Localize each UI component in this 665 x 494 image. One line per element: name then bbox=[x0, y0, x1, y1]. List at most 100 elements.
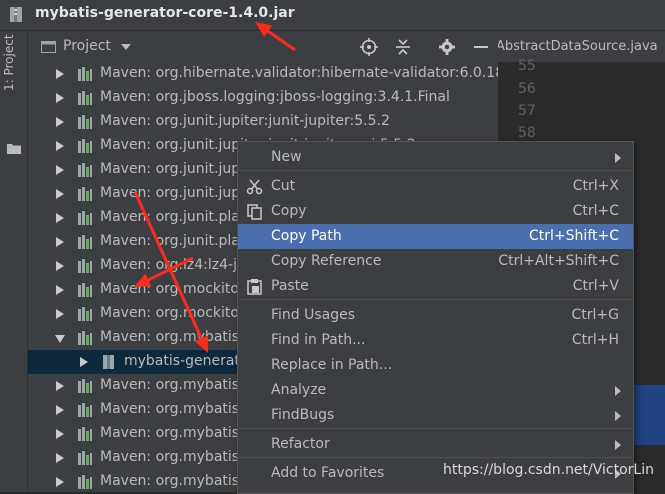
library-icon bbox=[78, 307, 92, 321]
menu-separator bbox=[239, 457, 632, 458]
expand-arrow-right-icon[interactable] bbox=[56, 213, 64, 223]
menu-item-label: Analyze bbox=[271, 382, 327, 398]
expand-arrow-right-icon[interactable] bbox=[56, 117, 64, 127]
submenu-arrow-icon bbox=[615, 411, 621, 421]
tree-node-library[interactable]: Maven: org.hibernate.validator:hibernate… bbox=[28, 62, 498, 86]
submenu-arrow-icon bbox=[615, 440, 621, 450]
context-menu: New Cut Ctrl+X Copy Ctrl+C Copy Path Ctrl+Shif… bbox=[237, 141, 634, 494]
editor-tab[interactable]: AbstractDataSource.java bbox=[498, 39, 658, 54]
menu-item-copy-reference[interactable]: Copy Reference Ctrl+Alt+Shift+C bbox=[238, 249, 633, 274]
menu-item-paste[interactable]: Paste Ctrl+V bbox=[238, 274, 633, 299]
expand-arrow-right-icon[interactable] bbox=[56, 405, 64, 415]
menu-item-label: Find in Path... bbox=[271, 332, 366, 348]
line-number: 58 bbox=[518, 125, 536, 141]
clipboard-icon bbox=[247, 279, 262, 295]
tool-window-strip: 1: Project bbox=[0, 31, 28, 492]
menu-separator bbox=[239, 428, 632, 429]
menu-item-new[interactable]: New bbox=[238, 145, 633, 170]
expand-arrow-right-icon[interactable] bbox=[56, 381, 64, 391]
menu-item-analyze[interactable]: Analyze bbox=[238, 378, 633, 403]
expand-arrow-right-icon[interactable] bbox=[56, 165, 64, 175]
expand-arrow-right-icon[interactable] bbox=[56, 453, 64, 463]
folder-icon[interactable] bbox=[7, 143, 21, 154]
window-title: mybatis-generator-core-1.4.0.jar bbox=[35, 5, 295, 21]
library-icon bbox=[78, 403, 92, 417]
submenu-arrow-icon bbox=[615, 386, 621, 396]
settings-gear-icon[interactable] bbox=[438, 38, 456, 56]
expand-arrow-right-icon[interactable] bbox=[56, 285, 64, 295]
menu-item-refactor[interactable]: Refactor bbox=[238, 432, 633, 457]
expand-arrow-right-icon[interactable] bbox=[56, 477, 64, 487]
expand-arrow-right-icon[interactable] bbox=[56, 189, 64, 199]
library-icon bbox=[78, 139, 92, 153]
project-tool-tab-label[interactable]: 1: Project bbox=[2, 21, 16, 91]
menu-item-label: Find Usages bbox=[271, 307, 356, 323]
library-icon bbox=[78, 427, 92, 441]
expand-arrow-right-icon[interactable] bbox=[56, 261, 64, 271]
menu-item-label: Add to Favorites bbox=[271, 465, 385, 481]
expand-arrow-right-icon[interactable] bbox=[56, 93, 64, 103]
chevron-down-icon[interactable] bbox=[121, 44, 131, 50]
menu-item-label: Copy Path bbox=[271, 228, 342, 244]
library-icon bbox=[78, 331, 92, 345]
tree-node-library[interactable]: Maven: org.jboss.logging:jboss-logging:3… bbox=[28, 86, 498, 110]
menu-item-label: New bbox=[271, 149, 302, 165]
copy-icon bbox=[247, 204, 262, 220]
menu-item-copy[interactable]: Copy Ctrl+C bbox=[238, 199, 633, 224]
library-icon bbox=[78, 67, 92, 81]
library-icon bbox=[78, 283, 92, 297]
menu-item-find-in-path[interactable]: Find in Path... Ctrl+H bbox=[238, 328, 633, 353]
menu-item-shortcut: Ctrl+Alt+Shift+C bbox=[498, 253, 619, 269]
library-icon bbox=[78, 235, 92, 249]
library-icon bbox=[78, 187, 92, 201]
expand-arrow-right-icon[interactable] bbox=[56, 309, 64, 319]
menu-separator bbox=[239, 170, 632, 171]
library-icon bbox=[78, 259, 92, 273]
menu-item-replace-in-path[interactable]: Replace in Path... bbox=[238, 353, 633, 378]
tree-node-library[interactable]: Maven: org.junit.jupiter:junit-jupiter:5… bbox=[28, 110, 498, 134]
menu-item-cut[interactable]: Cut Ctrl+X bbox=[238, 174, 633, 199]
watermark-text: https://blog.csdn.net/VictorLin bbox=[443, 462, 654, 478]
library-icon bbox=[78, 211, 92, 225]
line-number: 56 bbox=[518, 81, 536, 97]
menu-item-shortcut: Ctrl+X bbox=[572, 178, 619, 194]
menu-item-label: Cut bbox=[271, 178, 296, 194]
library-icon bbox=[78, 163, 92, 177]
line-number: 57 bbox=[518, 103, 536, 119]
expand-arrow-right-icon[interactable] bbox=[56, 69, 64, 79]
window-title-bar: mybatis-generator-core-1.4.0.jar bbox=[0, 0, 665, 31]
expand-arrow-right-icon[interactable] bbox=[80, 357, 88, 367]
tree-node-label: Maven: org.jboss.logging:jboss-logging:3… bbox=[100, 89, 450, 105]
library-icon bbox=[78, 451, 92, 465]
locate-icon[interactable] bbox=[360, 38, 378, 56]
menu-item-label: Copy bbox=[271, 203, 307, 219]
library-icon bbox=[78, 91, 92, 105]
expand-arrow-down-icon[interactable] bbox=[55, 335, 65, 343]
menu-separator bbox=[239, 299, 632, 300]
menu-item-findbugs[interactable]: FindBugs bbox=[238, 403, 633, 428]
tree-node-label: Maven: org.junit.jupiter:junit-jupiter:5… bbox=[100, 113, 390, 129]
menu-item-label: Refactor bbox=[271, 436, 330, 452]
tree-node-label: Maven: org.hibernate.validator:hibernate… bbox=[100, 65, 498, 81]
menu-item-shortcut: Ctrl+H bbox=[571, 332, 619, 348]
menu-item-label: Copy Reference bbox=[271, 253, 382, 269]
menu-item-label: Paste bbox=[271, 278, 309, 294]
editor-selection bbox=[632, 385, 665, 445]
menu-item-label: FindBugs bbox=[271, 407, 335, 423]
project-view-selector[interactable]: Project bbox=[63, 38, 111, 54]
menu-item-shortcut: Ctrl+C bbox=[572, 203, 619, 219]
menu-item-find-usages[interactable]: Find Usages Ctrl+G bbox=[238, 303, 633, 328]
expand-arrow-right-icon[interactable] bbox=[56, 237, 64, 247]
menu-item-label: Replace in Path... bbox=[271, 357, 393, 373]
expand-arrow-right-icon[interactable] bbox=[56, 141, 64, 151]
scissors-icon bbox=[246, 179, 263, 195]
menu-item-shortcut: Ctrl+V bbox=[572, 278, 619, 294]
project-window-icon bbox=[41, 41, 56, 53]
project-panel-header: Project bbox=[28, 31, 498, 63]
library-icon bbox=[78, 379, 92, 393]
menu-item-copy-path[interactable]: Copy Path Ctrl+Shift+C bbox=[238, 224, 633, 249]
hide-panel-icon[interactable] bbox=[472, 38, 490, 56]
expand-arrow-right-icon[interactable] bbox=[56, 429, 64, 439]
menu-item-shortcut: Ctrl+Shift+C bbox=[529, 228, 619, 244]
collapse-all-icon[interactable] bbox=[394, 38, 412, 56]
